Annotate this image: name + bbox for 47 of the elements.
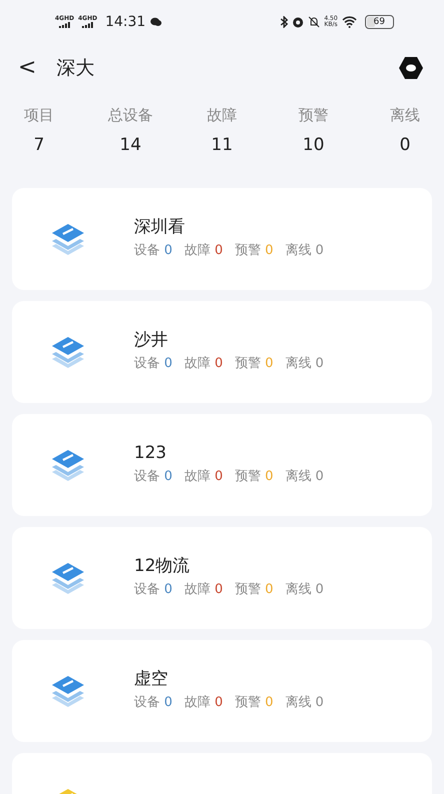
summary-label: 总设备 xyxy=(108,105,153,126)
stat-text: 故障 0 xyxy=(184,242,223,260)
signal-icon xyxy=(58,22,71,28)
summary-label: 预警 xyxy=(298,105,328,126)
back-button[interactable]: < xyxy=(18,57,36,79)
project-name: 12物流 xyxy=(134,556,191,576)
stat-text: 预警 0 xyxy=(234,468,274,486)
stat-text: 离线 0 xyxy=(285,581,324,600)
status-time: 14:31 xyxy=(105,12,146,32)
stat-text: 故障 0 xyxy=(184,355,223,374)
summary-value: 0 xyxy=(400,134,410,156)
stat-text: 预警 0 xyxy=(234,355,274,374)
chat-icon xyxy=(150,17,162,27)
summary-value: 14 xyxy=(120,134,142,156)
alarm-icon xyxy=(292,16,304,28)
project-name: 虚空 xyxy=(134,669,169,690)
summary-value: 10 xyxy=(302,134,324,156)
stat-text: 离线 0 xyxy=(285,468,324,486)
stat-text: 离线 0 xyxy=(285,694,324,712)
stat-text: 离线 0 xyxy=(285,355,324,374)
stat-text: 预警 0 xyxy=(234,242,274,260)
summary-label: 项目 xyxy=(24,105,54,126)
project-name: 123 xyxy=(134,443,168,464)
stat-text: 设备 0 xyxy=(134,468,172,486)
summary-label: 离线 xyxy=(390,105,420,126)
mute-icon xyxy=(308,16,320,28)
stat-text: 设备 0 xyxy=(134,694,172,712)
settings-icon[interactable] xyxy=(398,56,424,80)
stat-text: 离线 0 xyxy=(285,242,324,260)
stat-text: 设备 0 xyxy=(134,355,172,374)
stat-text: 故障 0 xyxy=(184,581,223,600)
summary-value: 11 xyxy=(211,134,233,156)
wifi-icon xyxy=(342,16,357,28)
battery-indicator: 69 xyxy=(364,15,394,29)
signal-icon xyxy=(82,22,94,28)
stat-text: 故障 0 xyxy=(184,694,223,712)
stat-text: 预警 0 xyxy=(234,694,274,712)
stat-text: 设备 0 xyxy=(134,581,172,600)
stat-text: 设备 0 xyxy=(134,242,172,260)
stat-text: 预警 0 xyxy=(234,581,274,600)
page-title: 深大 xyxy=(56,56,94,81)
project-name: 沙井 xyxy=(134,330,169,350)
stat-text: 故障 0 xyxy=(184,468,223,486)
bluetooth-icon xyxy=(280,16,288,28)
summary-value: 7 xyxy=(34,134,44,156)
summary-label: 故障 xyxy=(207,105,237,126)
project-name: 深圳看 xyxy=(134,217,186,238)
